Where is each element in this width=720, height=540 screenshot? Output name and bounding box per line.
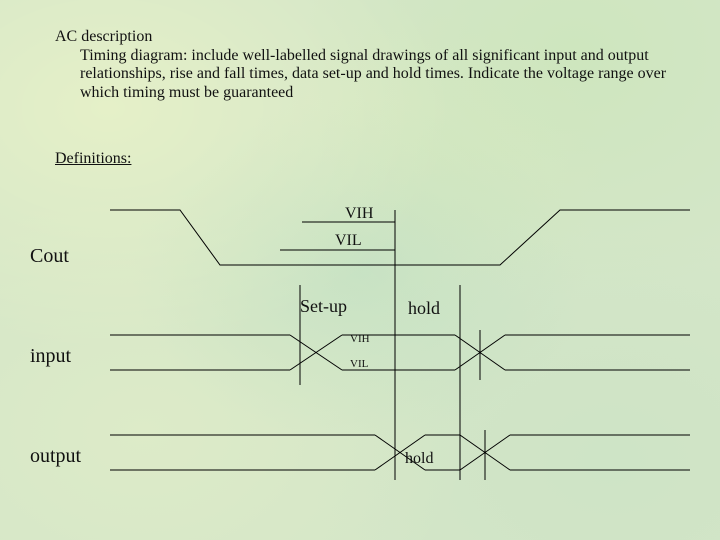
timing-diagram xyxy=(0,0,720,540)
cout-waveform xyxy=(110,210,690,265)
